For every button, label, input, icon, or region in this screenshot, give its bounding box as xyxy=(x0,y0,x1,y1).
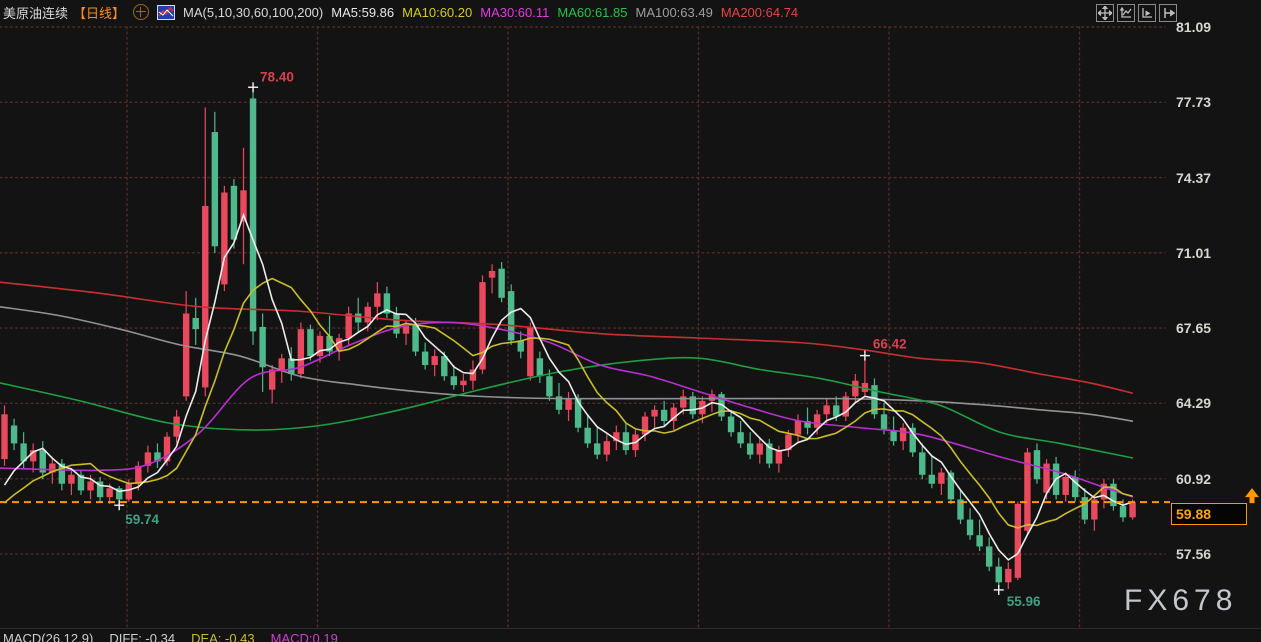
ma30-value: MA30:60.11 xyxy=(480,5,549,20)
y-tick: 60.92 xyxy=(1176,469,1248,489)
axis-zoom-icon[interactable] xyxy=(1117,4,1135,22)
y-tick: 67.65 xyxy=(1176,318,1248,338)
y-tick: 64.29 xyxy=(1176,393,1248,413)
macd-dea-value: DEA: -0.43 xyxy=(191,631,255,642)
move-crosshair-icon[interactable] xyxy=(1096,4,1114,22)
ma100-value: MA100:63.49 xyxy=(635,5,712,20)
price-up-arrow-icon xyxy=(1245,488,1259,503)
grid-lines xyxy=(0,27,1165,627)
indicator-chart-icon[interactable] xyxy=(157,5,175,20)
y-tick: 57.56 xyxy=(1176,544,1248,564)
ma-settings-label[interactable]: MA(5,10,30,60,100,200) xyxy=(183,5,323,20)
ma200-value: MA200:64.74 xyxy=(721,5,798,20)
annotation-label: 55.96 xyxy=(1007,594,1041,609)
macd-settings-label[interactable]: MACD(26,12,9) xyxy=(3,631,93,642)
macd-indicator-bar: MACD(26,12,9) DIFF: -0.34 DEA: -0.43 MAC… xyxy=(3,631,338,642)
macd-diff-value: DIFF: -0.34 xyxy=(109,631,175,642)
period-label[interactable]: 【日线】 xyxy=(73,3,125,22)
annotation-label: 78.40 xyxy=(260,69,294,84)
chart-toolbar xyxy=(1096,4,1177,22)
macd-macd-value: MACD:0.19 xyxy=(271,631,338,642)
ma60-value: MA60:61.85 xyxy=(557,5,627,20)
circle-plus-icon[interactable] xyxy=(133,4,149,20)
candlestick-chart[interactable]: 78.40 66.42 59.74 55.96 xyxy=(0,0,1261,642)
y-tick: 81.09 xyxy=(1176,17,1248,37)
y-tick: 77.73 xyxy=(1176,92,1248,112)
annotation-label: 66.42 xyxy=(873,337,907,352)
ma10-value: MA10:60.20 xyxy=(402,5,472,20)
watermark: FX678 xyxy=(1124,584,1237,618)
step-forward-icon[interactable] xyxy=(1159,4,1177,22)
current-price-label: 59.88 xyxy=(1171,503,1247,525)
axis-play-icon[interactable] xyxy=(1138,4,1156,22)
annotation-label: 59.74 xyxy=(125,512,159,527)
symbol-label: 美原油连续 xyxy=(3,3,68,22)
current-price-line xyxy=(0,488,1259,503)
chart-header: 美原油连续 【日线】 MA(5,10,30,60,100,200) MA5:59… xyxy=(0,0,798,24)
pane-separator xyxy=(0,628,1261,629)
y-tick: 71.01 xyxy=(1176,243,1248,263)
ma5-value: MA5:59.86 xyxy=(331,5,394,20)
y-tick: 74.37 xyxy=(1176,168,1248,188)
candlestick-series xyxy=(1,87,1135,590)
ma-line-ma200 xyxy=(0,282,1133,393)
chart-app-window: 78.40 66.42 59.74 55.96 美原油连续 【日线】 MA(5,10,… xyxy=(0,0,1261,642)
